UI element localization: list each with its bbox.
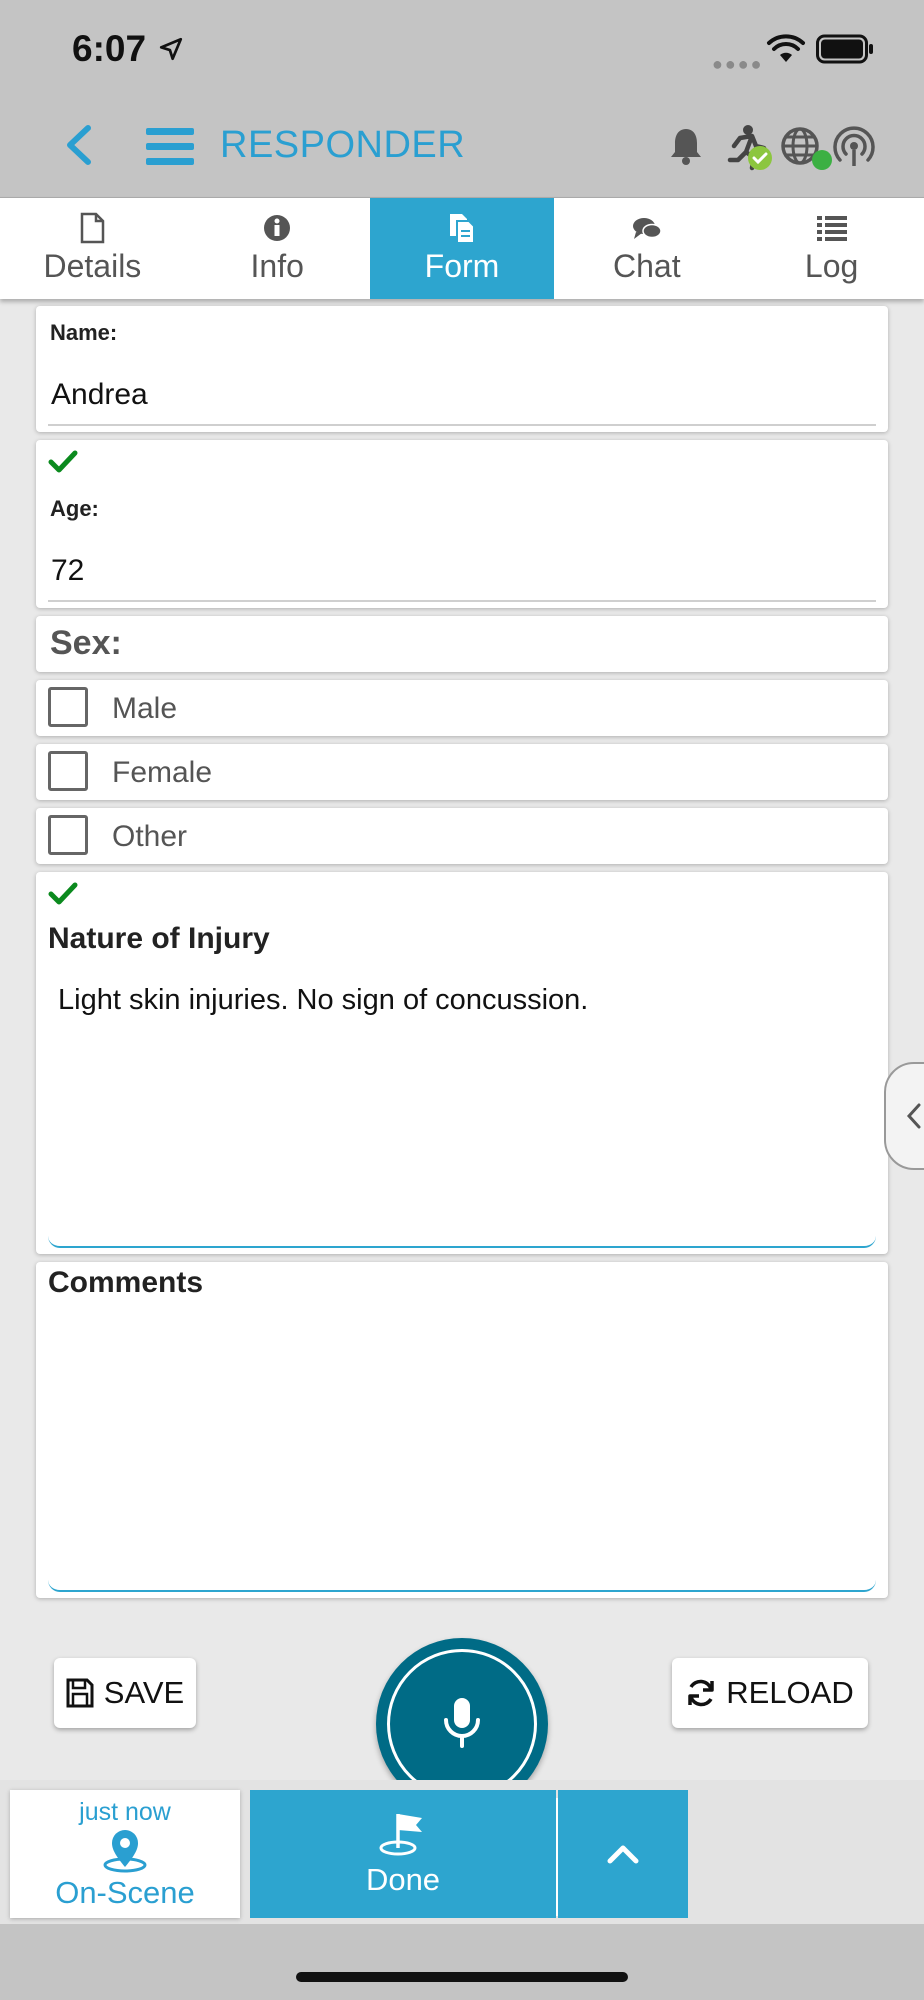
- wifi-icon: [767, 34, 805, 62]
- next-status-label: Done: [365, 1862, 441, 1897]
- name-field-card: Name: Andrea: [36, 306, 888, 432]
- next-status-button[interactable]: Done: [250, 1790, 556, 1918]
- tab-label: Info: [250, 248, 304, 284]
- sex-label-card: Sex:: [36, 616, 888, 672]
- location-arrow-icon: [159, 37, 183, 61]
- injury-field-card: Nature of Injury Light skin injuries. No…: [36, 872, 888, 1254]
- sex-option-male[interactable]: Male: [36, 680, 888, 736]
- tab-chat[interactable]: Chat: [554, 198, 739, 299]
- info-icon: [264, 215, 291, 241]
- home-indicator[interactable]: [296, 1972, 628, 1982]
- list-icon: [816, 216, 847, 241]
- comments-textarea[interactable]: [48, 1312, 876, 1592]
- microphone-icon: [444, 1698, 480, 1748]
- checkmark-icon: [48, 450, 78, 473]
- tab-label: Log: [804, 248, 859, 284]
- option-label: Female: [112, 756, 213, 789]
- file-icon: [81, 212, 105, 244]
- age-label: Age:: [50, 496, 99, 521]
- comments-field-card: Comments: [36, 1262, 888, 1598]
- tab-bar: Details Info Form Chat Log: [0, 197, 924, 299]
- status-time-ago: just now: [79, 1797, 171, 1826]
- age-underline: [48, 600, 876, 602]
- save-label: SAVE: [103, 1675, 185, 1710]
- injury-textarea[interactable]: Light skin injuries. No sign of concussi…: [48, 970, 876, 1248]
- tab-label: Form: [424, 248, 500, 284]
- refresh-icon: [688, 1679, 714, 1707]
- name-label: Name:: [50, 320, 118, 345]
- signal-icon[interactable]: [832, 124, 876, 168]
- comments-label: Comments: [48, 1266, 204, 1299]
- tab-label: Details: [43, 248, 142, 284]
- checkbox[interactable]: [48, 751, 88, 791]
- name-input[interactable]: Andrea: [51, 378, 148, 412]
- save-icon: [66, 1678, 94, 1708]
- battery-icon: [816, 34, 873, 64]
- map-pin-icon: [103, 1829, 147, 1872]
- tab-info[interactable]: Info: [185, 198, 370, 299]
- cellular-signal-icon: ●●●●: [712, 54, 764, 74]
- tab-label: Chat: [612, 248, 681, 284]
- side-drawer-handle[interactable]: [884, 1062, 924, 1170]
- sex-label: Sex:: [50, 624, 122, 662]
- globe-icon[interactable]: [780, 126, 832, 170]
- sex-option-other[interactable]: Other: [36, 808, 888, 864]
- sex-option-female[interactable]: Female: [36, 744, 888, 800]
- mic-ring: [387, 1649, 537, 1799]
- chevron-up-icon: [607, 1845, 639, 1864]
- chevron-left-icon: [906, 1103, 921, 1129]
- form-icon: [449, 214, 475, 244]
- tab-form[interactable]: Form: [369, 198, 555, 299]
- name-underline: [48, 424, 876, 426]
- back-button[interactable]: [64, 124, 94, 166]
- chat-icon: [632, 218, 662, 239]
- checkbox[interactable]: [48, 815, 88, 855]
- injury-label: Nature of Injury: [48, 922, 270, 955]
- menu-icon[interactable]: [146, 126, 194, 166]
- checkbox[interactable]: [48, 687, 88, 727]
- status-time: 6:07: [72, 28, 147, 69]
- flag-icon: [379, 1814, 422, 1856]
- tab-details[interactable]: Details: [0, 198, 185, 299]
- option-label: Male: [112, 692, 178, 725]
- option-label: Other: [112, 820, 188, 853]
- checkmark-icon: [48, 882, 78, 905]
- save-button[interactable]: SAVE: [54, 1658, 196, 1728]
- reload-label: RELOAD: [726, 1675, 854, 1710]
- status-name: On-Scene: [55, 1874, 195, 1910]
- age-field-card: Age: 72: [36, 440, 888, 608]
- expand-status-button[interactable]: [558, 1790, 688, 1918]
- age-input[interactable]: 72: [51, 554, 84, 588]
- bell-icon[interactable]: [668, 126, 704, 166]
- current-status-card[interactable]: just now On-Scene: [10, 1790, 240, 1918]
- app-title: RESPONDER: [220, 124, 466, 166]
- tab-log[interactable]: Log: [739, 198, 924, 299]
- home-indicator-area: [0, 1924, 924, 2000]
- responder-status-icon[interactable]: [726, 124, 776, 172]
- reload-button[interactable]: RELOAD: [672, 1658, 868, 1728]
